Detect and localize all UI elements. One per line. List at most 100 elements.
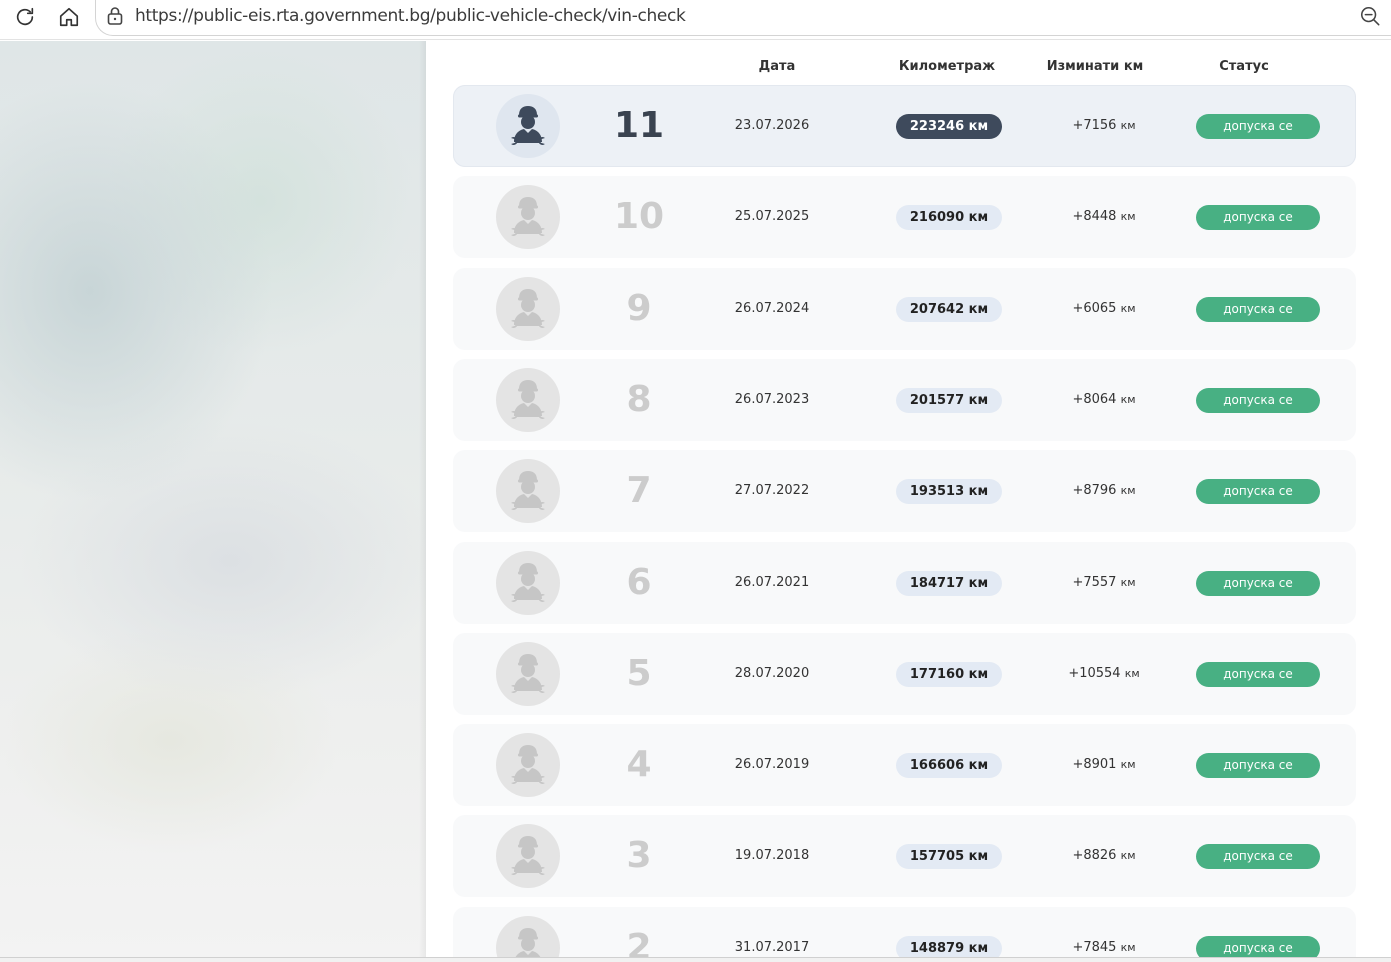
status-badge: допуска се <box>1196 205 1320 230</box>
inspection-row[interactable]: 10 25.07.2025 216090 км +8448 км допуска… <box>453 176 1356 258</box>
inspection-date: 26.07.2024 <box>734 301 810 316</box>
inspection-date: 26.07.2019 <box>734 757 810 772</box>
mileage-change-unit: км <box>1120 849 1136 862</box>
reload-icon[interactable] <box>10 3 40 31</box>
mileage-change-unit: км <box>1120 758 1136 771</box>
home-icon[interactable] <box>54 3 84 31</box>
zoom-out-icon[interactable] <box>1359 5 1381 32</box>
mileage-change-value: +8826 <box>1072 848 1117 863</box>
inspection-number: 3 <box>626 835 652 876</box>
mechanic-avatar <box>496 185 560 249</box>
mileage-change: +6065 км <box>1072 268 1135 350</box>
header-status: Статус <box>1219 59 1269 74</box>
inspection-row[interactable]: 7 27.07.2022 193513 км +8796 км допуска … <box>453 450 1356 532</box>
mechanic-avatar <box>496 551 560 615</box>
mechanic-avatar <box>496 916 560 957</box>
mechanic-icon <box>511 471 545 510</box>
mileage-change: +8901 км <box>1072 724 1135 806</box>
mileage-change-value: +6065 <box>1072 301 1117 316</box>
mileage-change: +8826 км <box>1072 815 1135 897</box>
mileage-badge: 223246 км <box>896 114 1002 139</box>
inspection-date: 23.07.2026 <box>734 118 810 133</box>
inspection-row[interactable]: 9 26.07.2024 207642 км +6065 км допуска … <box>453 268 1356 350</box>
address-bar[interactable]: https://public-eis.rta.government.bg/pub… <box>95 0 1391 36</box>
mileage-change-unit: км <box>1120 119 1136 132</box>
mechanic-icon <box>511 836 545 875</box>
inspection-number: 4 <box>626 744 652 785</box>
inspection-number: 2 <box>626 927 652 957</box>
inspection-date: 31.07.2017 <box>734 940 810 955</box>
mileage-change-value: +7156 <box>1072 118 1117 133</box>
mechanic-icon <box>511 563 545 602</box>
inspection-row[interactable]: 8 26.07.2023 201577 км +8064 км допуска … <box>453 359 1356 441</box>
inspection-number: 7 <box>626 470 652 511</box>
header-change: Изминати км <box>1046 59 1144 74</box>
mileage-change: +7557 км <box>1072 542 1135 624</box>
inspection-row[interactable]: 4 26.07.2019 166606 км +8901 км допуска … <box>453 724 1356 806</box>
mileage-change-unit: км <box>1120 484 1136 497</box>
status-badge: допуска се <box>1196 479 1320 504</box>
mileage-badge: 216090 км <box>896 205 1002 230</box>
mileage-change: +10554 км <box>1068 633 1139 715</box>
inspection-number: 9 <box>626 288 652 329</box>
inspection-number: 6 <box>626 562 652 603</box>
inspection-row[interactable]: 6 26.07.2021 184717 км +7557 км допуска … <box>453 542 1356 624</box>
mileage-change-value: +10554 <box>1068 666 1121 681</box>
mechanic-icon <box>515 928 541 957</box>
mileage-change-value: +8064 <box>1072 392 1117 407</box>
inspection-date: 27.07.2022 <box>734 483 810 498</box>
mechanic-icon <box>511 197 545 236</box>
mileage-change: +8796 км <box>1072 450 1135 532</box>
mechanic-avatar <box>496 368 560 432</box>
mileage-change-value: +8901 <box>1072 757 1117 772</box>
inspection-number: 11 <box>613 105 665 146</box>
mechanic-icon <box>511 654 545 693</box>
background-image <box>0 41 426 957</box>
mechanic-avatar <box>496 277 560 341</box>
inspection-date: 26.07.2023 <box>734 392 810 407</box>
mileage-badge: 184717 км <box>896 571 1002 596</box>
lock-icon[interactable] <box>106 6 124 31</box>
mechanic-icon <box>511 106 545 145</box>
mileage-badge: 207642 км <box>896 297 1002 322</box>
mileage-change-unit: км <box>1124 667 1140 680</box>
mechanic-avatar <box>496 459 560 523</box>
mileage-change: +8064 км <box>1072 359 1135 441</box>
mileage-change-value: +8448 <box>1072 209 1117 224</box>
mileage-change-unit: км <box>1120 210 1136 223</box>
mileage-change-value: +7845 <box>1072 940 1117 955</box>
inspection-row[interactable]: 3 19.07.2018 157705 км +8826 км допуска … <box>453 815 1356 897</box>
status-badge: допуска се <box>1196 388 1320 413</box>
mileage-change: +8448 км <box>1072 176 1135 258</box>
mileage-change-unit: км <box>1120 576 1136 589</box>
mileage-change-unit: км <box>1120 393 1136 406</box>
header-date: Дата <box>758 59 796 74</box>
header-mileage: Километраж <box>898 59 996 74</box>
inspection-date: 28.07.2020 <box>734 666 810 681</box>
inspection-row[interactable]: 11 23.07.2026 223246 км +7156 км допуска… <box>453 85 1356 167</box>
inspection-number: 8 <box>626 379 652 420</box>
inspection-date: 25.07.2025 <box>734 209 810 224</box>
window-bottom-edge <box>0 957 1391 962</box>
mileage-badge: 157705 км <box>896 844 1002 869</box>
mechanic-avatar <box>496 733 560 797</box>
status-badge: допуска се <box>1196 297 1320 322</box>
mileage-badge: 177160 км <box>896 662 1002 687</box>
mileage-change: +7156 км <box>1072 85 1135 167</box>
mileage-badge: 166606 км <box>896 753 1002 778</box>
mechanic-icon <box>511 289 545 328</box>
mechanic-avatar <box>496 824 560 888</box>
table-header: Дата Километраж Изминати км Статус <box>426 59 1391 79</box>
browser-toolbar: https://public-eis.rta.government.bg/pub… <box>0 0 1391 40</box>
mileage-badge: 148879 км <box>896 936 1002 957</box>
inspection-row[interactable]: 2 31.07.2017 148879 км +7845 км допуска … <box>453 907 1356 957</box>
inspection-number: 5 <box>626 653 652 694</box>
mileage-change-value: +7557 <box>1072 575 1117 590</box>
status-badge: допуска се <box>1196 662 1320 687</box>
status-badge: допуска се <box>1196 753 1320 778</box>
mileage-change-unit: км <box>1120 941 1136 954</box>
mileage-change: +7845 км <box>1072 907 1135 957</box>
inspection-row[interactable]: 5 28.07.2020 177160 км +10554 км допуска… <box>453 633 1356 715</box>
mechanic-icon <box>511 745 545 784</box>
inspection-date: 19.07.2018 <box>734 848 810 863</box>
